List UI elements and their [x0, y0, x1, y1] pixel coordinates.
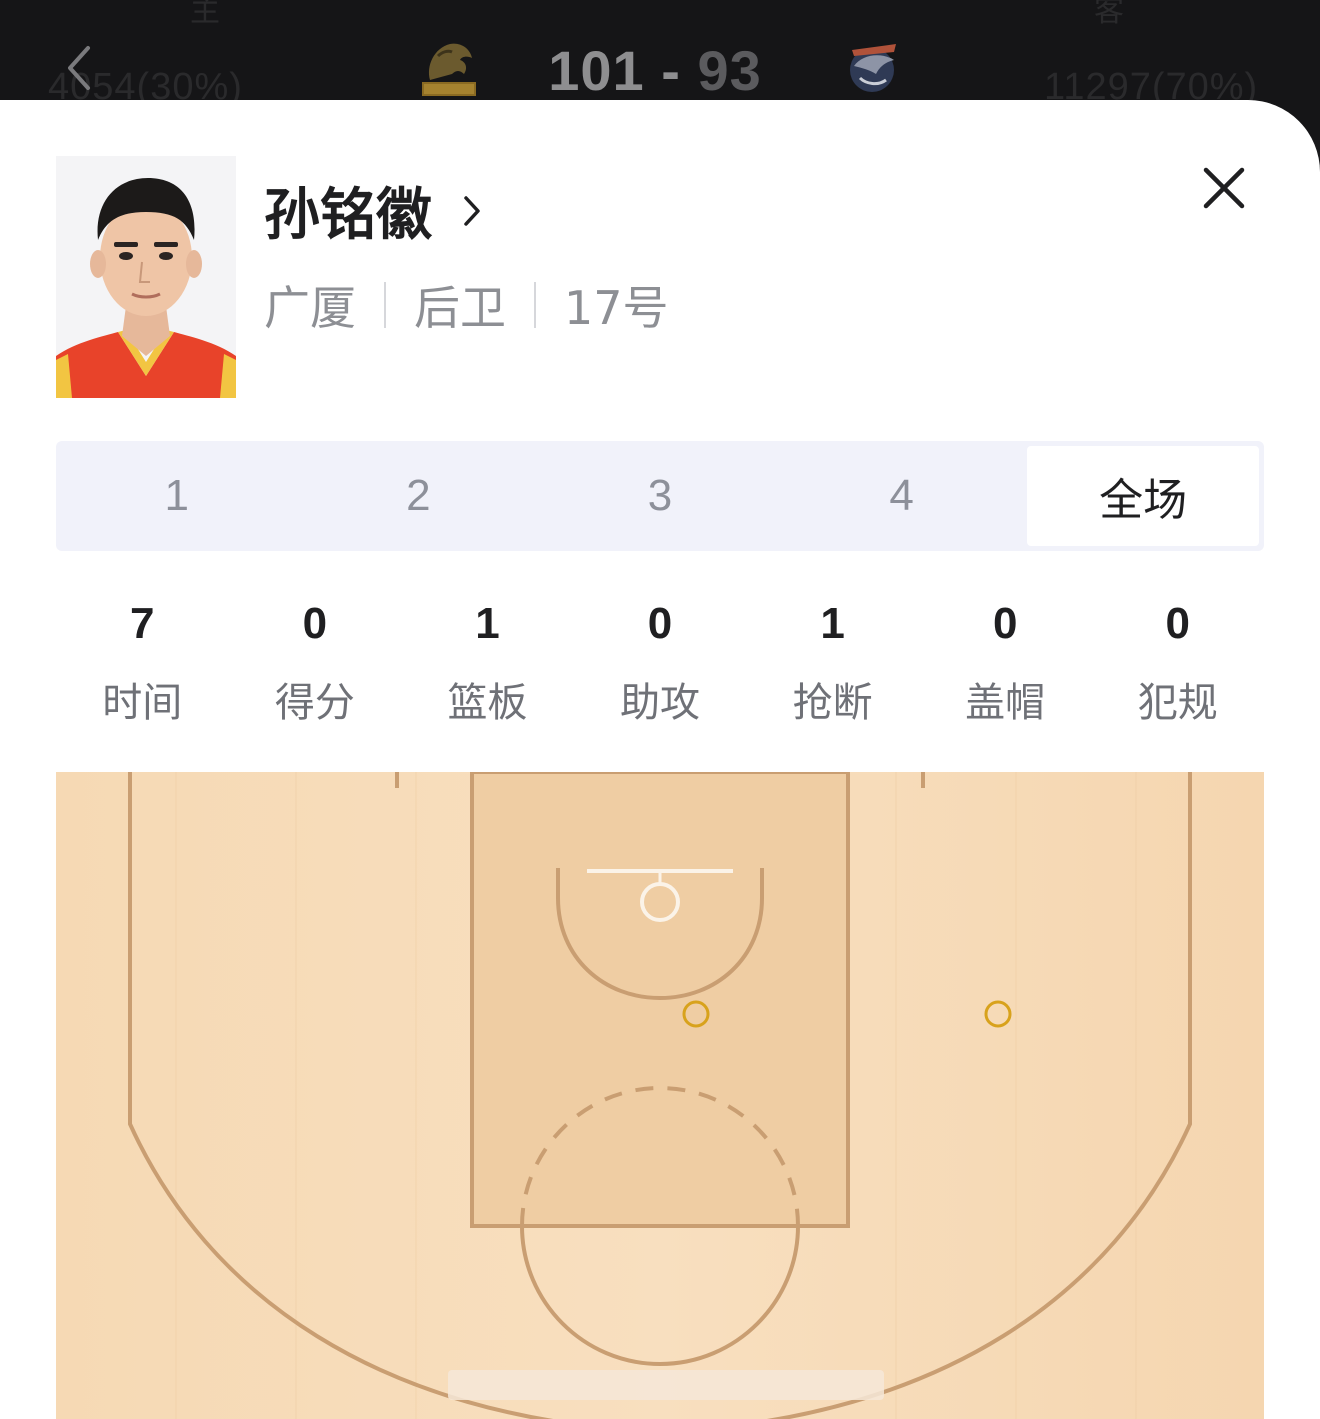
meta-divider	[384, 282, 386, 328]
stat-blocks: 0 盖帽	[919, 596, 1092, 736]
zhejiang-lions-logo-icon	[422, 43, 476, 96]
stat-fouls: 0 犯规	[1091, 596, 1264, 736]
court-svg	[56, 772, 1264, 1419]
home-team-logo[interactable]	[416, 36, 480, 98]
away-score: 93	[697, 39, 762, 102]
stat-label: 抢断	[792, 680, 873, 726]
stat-value: 0	[302, 599, 328, 648]
player-detail-sheet: 孙铭徽 广厦 后卫 17号 1 2 3 4 全场 7 时间 0 得分 1 篮板 …	[0, 100, 1320, 1419]
stat-value: 0	[1165, 599, 1190, 648]
tab-full-game[interactable]: 全场	[1027, 446, 1259, 546]
stat-value: 0	[992, 599, 1018, 648]
shot-chart-court	[56, 772, 1264, 1419]
stat-label: 时间	[102, 680, 183, 726]
meta-divider	[534, 282, 536, 328]
watermark-blur	[448, 1370, 884, 1400]
stat-steals: 1 抢断	[746, 596, 919, 736]
score-separator: -	[644, 39, 698, 102]
away-team-logo[interactable]	[842, 36, 906, 98]
score-display: 101 - 93	[540, 38, 770, 103]
shanghai-sharks-logo-icon	[850, 44, 896, 92]
player-meta: 广厦 后卫 17号	[264, 272, 669, 338]
chevron-right-icon	[462, 194, 482, 228]
chevron-left-icon	[68, 46, 90, 90]
period-tabs: 1 2 3 4 全场	[56, 441, 1264, 551]
close-icon	[1203, 167, 1245, 209]
tab-period-4[interactable]: 4	[786, 446, 1018, 546]
stat-label: 犯规	[1137, 680, 1218, 726]
stat-label: 得分	[274, 680, 355, 726]
stat-label: 篮板	[447, 680, 528, 726]
player-team: 广厦	[264, 281, 356, 335]
player-name-link[interactable]: 孙铭徽	[264, 170, 482, 251]
player-name: 孙铭徽	[264, 183, 432, 248]
tab-period-2[interactable]: 2	[303, 446, 535, 546]
ghost-top-right: 客	[1094, 0, 1124, 29]
player-position: 后卫	[414, 281, 506, 335]
stat-rebounds: 1 篮板	[401, 596, 574, 736]
back-button[interactable]	[58, 40, 98, 96]
ghost-top-left: 主	[190, 0, 220, 29]
stats-row: 7 时间 0 得分 1 篮板 0 助攻 1 抢断 0 盖帽 0 犯规	[56, 596, 1264, 736]
player-avatar	[56, 156, 236, 398]
stat-value: 0	[647, 599, 673, 648]
stat-label: 盖帽	[965, 680, 1046, 726]
stat-value: 1	[475, 599, 500, 648]
stat-value: 7	[130, 599, 155, 648]
tab-period-3[interactable]: 3	[544, 446, 776, 546]
player-number: 17号	[564, 281, 669, 335]
stat-assists: 0 助攻	[574, 596, 747, 736]
stat-points: 0 得分	[229, 596, 402, 736]
stat-value: 1	[820, 599, 845, 648]
stat-label: 助攻	[620, 680, 701, 726]
player-photo-icon	[56, 156, 236, 398]
stat-minutes: 7 时间	[56, 596, 229, 736]
home-score: 101	[548, 39, 645, 102]
tab-period-1[interactable]: 1	[61, 446, 293, 546]
close-button[interactable]	[1198, 162, 1250, 214]
